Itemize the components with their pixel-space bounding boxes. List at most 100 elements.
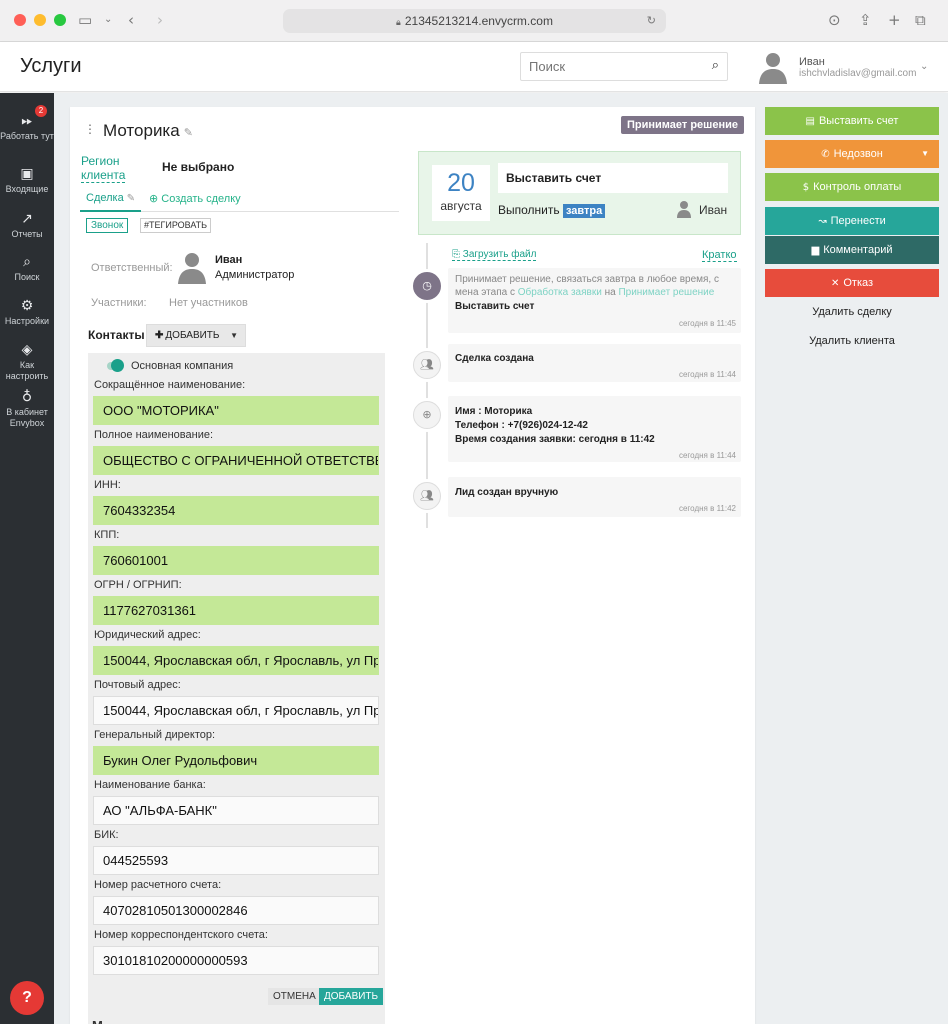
- participants-value[interactable]: Нет участников: [169, 297, 248, 309]
- payment-control-button[interactable]: $ Контроль оплаты: [765, 173, 939, 201]
- add-contact-label: ДОБАВИТЬ: [165, 330, 220, 341]
- address-text: 21345213214.envycrm.com: [404, 14, 553, 28]
- responsible-name[interactable]: Иван: [215, 254, 242, 266]
- pencil-icon[interactable]: ✎: [184, 126, 193, 139]
- sidebar-item-envybox[interactable]: ♁ В кабинет Envybox: [0, 389, 54, 429]
- sidebar-item-label: Входящие: [5, 184, 49, 194]
- inbox-icon: ▣: [20, 166, 34, 182]
- deal-title[interactable]: Моторика ✎: [103, 121, 193, 141]
- tabs-overview-icon[interactable]: ⧉: [915, 11, 926, 29]
- sidebar-item-inbox[interactable]: ▣ Входящие: [0, 166, 54, 195]
- event-text: Сделка создана: [455, 353, 534, 364]
- task-month: августа: [440, 199, 482, 213]
- region-label[interactable]: Регион клиента: [81, 154, 125, 183]
- forward-icon[interactable]: ›: [157, 11, 163, 29]
- comment-icon: ▆: [811, 245, 820, 256]
- full-name-field[interactable]: ОБЩЕСТВО С ОГРАНИЧЕННОЙ ОТВЕТСТВЕННОСТЬЮ…: [93, 446, 379, 475]
- chevron-down-icon[interactable]: ⌄: [920, 61, 928, 72]
- sidebar-item-search[interactable]: ⌕ Поиск: [0, 254, 54, 283]
- task-due: Выполнить завтра: [498, 203, 606, 218]
- region-value[interactable]: Не выбрано: [162, 160, 234, 174]
- dropdown-caret-icon[interactable]: ▼: [921, 140, 929, 168]
- sidebar-item-settings[interactable]: ⚙ Настройки: [0, 298, 54, 327]
- task-user-avatar: [677, 201, 691, 218]
- sidebar-item-reports[interactable]: ↗ Отчеты: [0, 211, 54, 240]
- tab-deal[interactable]: Сделка ✎: [86, 192, 135, 204]
- button-label: Недозвон: [833, 148, 883, 160]
- corr-account-field[interactable]: 30101810200000000593: [93, 946, 379, 975]
- tab-deal-label: Сделка: [86, 192, 124, 204]
- reschedule-button[interactable]: ↝ Перенести: [765, 207, 939, 235]
- deal-title-text: Моторика: [103, 121, 180, 140]
- search-icon[interactable]: ⌕: [712, 58, 719, 73]
- tag-add-button[interactable]: #ТЕГИРОВАТЬ: [140, 218, 212, 233]
- sidebar-item-work-here[interactable]: ⏩︎ 2 Работать тут: [0, 105, 54, 142]
- issue-invoice-button[interactable]: ▤ Выставить счет: [765, 107, 939, 135]
- back-icon[interactable]: ‹: [128, 11, 134, 29]
- bank-name-field[interactable]: АО "АЛЬФА-БАНК": [93, 796, 379, 825]
- legal-address-field[interactable]: 150044, Ярославская обл, г Ярославль, ул…: [93, 646, 379, 675]
- task-user[interactable]: Иван: [699, 203, 727, 217]
- button-label: Отказ: [843, 277, 874, 289]
- task-title[interactable]: Выставить счет: [498, 163, 728, 193]
- kebab-menu-icon[interactable]: ⋮: [84, 122, 96, 136]
- event-time: сегодня в 11:45: [678, 319, 736, 328]
- brief-toggle-link[interactable]: Кратко: [702, 249, 737, 262]
- kpp-field[interactable]: 760601001: [93, 546, 379, 575]
- postal-address-field[interactable]: 150044, Ярославская обл, г Ярославль, ул…: [93, 696, 379, 725]
- director-field[interactable]: Букин Олег Рудольфович: [93, 746, 379, 775]
- window-controls: [14, 14, 66, 26]
- delete-deal-button[interactable]: Удалить сделку: [765, 306, 939, 318]
- task-date[interactable]: 20 августа: [432, 165, 490, 221]
- field-label: Юридический адрес:: [94, 629, 201, 641]
- task-when-badge[interactable]: завтра: [562, 204, 606, 218]
- reject-button[interactable]: ✕ Отказ: [765, 269, 939, 297]
- comment-button[interactable]: ▆ Комментарий: [765, 236, 939, 264]
- add-contact-button[interactable]: ✚ ДОБАВИТЬ ▼: [146, 324, 246, 347]
- share-icon[interactable]: ⇪: [859, 11, 872, 29]
- delete-client-button[interactable]: Удалить клиента: [765, 335, 939, 347]
- no-answer-button[interactable]: ✆ Недозвон ▼: [765, 140, 939, 168]
- active-tab-indicator: [80, 210, 141, 212]
- dropdown-caret-icon[interactable]: ▼: [230, 325, 238, 346]
- help-button[interactable]: ?: [10, 981, 44, 1015]
- save-company-button[interactable]: ДОБАВИТЬ: [319, 988, 384, 1005]
- cancel-button[interactable]: ОТМЕНА: [268, 988, 321, 1005]
- ogrn-field[interactable]: 1177627031361: [93, 596, 379, 625]
- sidebar-item-how-to[interactable]: ◈ Как настроить: [0, 342, 54, 382]
- tag-call[interactable]: Звонок: [86, 218, 129, 233]
- close-window-button[interactable]: [14, 14, 26, 26]
- event-text-part: на: [601, 287, 619, 298]
- stage-badge: Принимает решение: [621, 116, 744, 134]
- fast-forward-icon: ⏩︎: [21, 113, 33, 129]
- reload-icon[interactable]: ↻: [647, 9, 656, 33]
- event-text: Имя : Моторика: [455, 406, 533, 417]
- field-label: БИК:: [94, 829, 119, 841]
- chevron-down-icon[interactable]: ⌄: [104, 11, 112, 29]
- address-bar[interactable]: 🔒︎ 21345213214.envycrm.com ↻: [283, 9, 666, 33]
- upload-file-link[interactable]: ⎘ Загрузить файл: [452, 249, 537, 261]
- toggle-knob[interactable]: [111, 359, 124, 372]
- account-number-field[interactable]: 40702810501300002846: [93, 896, 379, 925]
- event-text: Время создания заявки: сегодня в 11:42: [455, 434, 655, 445]
- stage-from-link[interactable]: Обработка заявки: [518, 287, 602, 298]
- button-label: Контроль оплаты: [813, 181, 902, 193]
- short-name-field[interactable]: ООО "МОТОРИКА": [93, 396, 379, 425]
- minimize-window-button[interactable]: [34, 14, 46, 26]
- bik-field[interactable]: 044525593: [93, 846, 379, 875]
- sidebar-item-label: Как настроить: [5, 360, 49, 381]
- notification-badge: 2: [35, 105, 47, 117]
- field-label: Наименование банка:: [94, 779, 206, 791]
- new-tab-icon[interactable]: +: [888, 11, 901, 29]
- stage-to-link[interactable]: Принимает решение: [618, 287, 714, 298]
- search-box[interactable]: ⌕: [520, 52, 728, 81]
- tab-create-deal[interactable]: ⊕ Создать сделку: [149, 192, 241, 205]
- user-name: Иван: [799, 56, 825, 68]
- sidebar-toggle-icon[interactable]: ▭: [78, 11, 92, 29]
- inn-field[interactable]: 7604332354: [93, 496, 379, 525]
- download-icon[interactable]: ⊙: [828, 11, 841, 29]
- maximize-window-button[interactable]: [54, 14, 66, 26]
- search-input[interactable]: [521, 53, 691, 80]
- add-person-icon: ⊕: [413, 401, 441, 429]
- lock-icon: 🔒︎: [396, 17, 401, 27]
